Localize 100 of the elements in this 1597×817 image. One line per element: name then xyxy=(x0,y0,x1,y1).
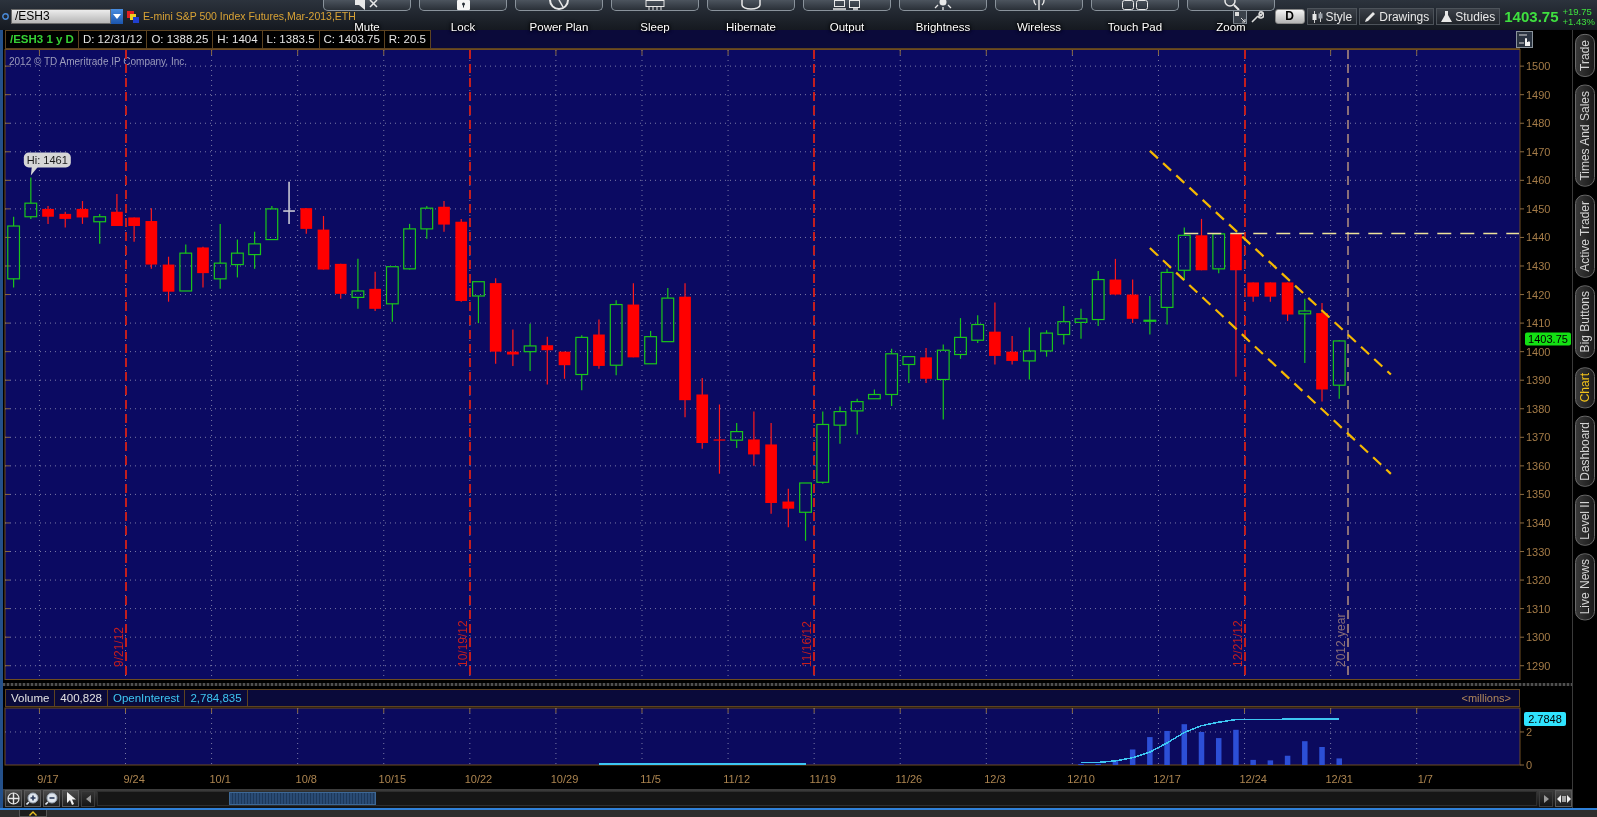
flyout-button[interactable] xyxy=(995,0,1083,11)
price-axis-label: 1450 xyxy=(1526,202,1551,215)
price-axis-label: 1300 xyxy=(1526,631,1551,644)
price-axis-label: 1310 xyxy=(1526,602,1551,615)
last-price: 1403.75 xyxy=(1504,8,1559,25)
date-axis-label: 10/29 xyxy=(550,773,579,785)
wrench-icon[interactable] xyxy=(1249,9,1264,24)
pencil-icon xyxy=(1364,10,1377,23)
unit-label: <millions> xyxy=(1461,691,1512,706)
flyout-label: Touch Pad xyxy=(1107,21,1163,33)
zoom-in-icon xyxy=(26,792,39,805)
price-axis-label: 1340 xyxy=(1526,516,1551,529)
price-axis-label: 1350 xyxy=(1526,488,1551,501)
gauge-icon xyxy=(549,0,569,10)
side-tab[interactable]: Dashboard xyxy=(1575,415,1595,487)
date-axis-label: 11/5 xyxy=(640,773,661,785)
tool-button[interactable]: Drawings xyxy=(1359,8,1435,25)
scroll-right-button[interactable] xyxy=(1539,790,1553,807)
expand-button[interactable] xyxy=(19,810,47,817)
date-axis-label: 10/1 xyxy=(209,773,231,785)
scrollbar-thumb[interactable] xyxy=(229,792,376,805)
crosshair-button[interactable] xyxy=(5,790,22,807)
legend-label: Volume xyxy=(6,690,56,706)
scroll-left-button[interactable] xyxy=(81,790,95,807)
legend-value: 2,784,835 xyxy=(185,690,248,706)
pan-arrows-icon xyxy=(1556,793,1571,804)
price-axis-label: 1500 xyxy=(1526,60,1551,73)
instrument-description: E-mini S&P 500 Index Futures,Mar-2013,ETH xyxy=(143,11,356,22)
zoom-out-button[interactable] xyxy=(43,790,60,807)
symbol-field[interactable]: /ESH3 xyxy=(11,9,111,24)
zoom-in-button[interactable] xyxy=(24,790,41,807)
price-axis-label: 1390 xyxy=(1526,374,1551,387)
date-axis-label: 12/24 xyxy=(1239,773,1267,785)
percent-change: +1.43% xyxy=(1562,16,1595,27)
flyout-button[interactable] xyxy=(899,0,987,11)
legend-label: OpenInterest xyxy=(107,690,186,706)
date-axis-label: 12/17 xyxy=(1153,773,1181,785)
flyout-label: Wireless xyxy=(1016,21,1062,33)
price-axis-label: 1430 xyxy=(1526,260,1551,272)
price-axis-label: 1440 xyxy=(1526,231,1551,244)
display-icon xyxy=(833,0,861,10)
side-tab[interactable]: Trade xyxy=(1575,34,1595,77)
pointer-button[interactable] xyxy=(62,790,79,807)
date-axis-label: 10/8 xyxy=(295,773,317,785)
flyout-label: Output xyxy=(829,21,865,33)
ring-icon xyxy=(2,13,9,20)
magnifier-icon xyxy=(1222,0,1240,10)
chart-symbol-label: /ESH3 1 y D xyxy=(5,30,79,49)
date-axis-label: 9/24 xyxy=(123,773,145,785)
net-change: +19.75 xyxy=(1562,6,1593,17)
price-axis-label: 1330 xyxy=(1526,545,1551,558)
price-axis-label: 1490 xyxy=(1526,88,1551,101)
hand-cursor-icon[interactable] xyxy=(1516,31,1533,48)
flyout-label: Zoom xyxy=(1216,21,1246,33)
side-tab[interactable]: Active Trader xyxy=(1575,194,1595,278)
side-tab[interactable]: Times And Sales xyxy=(1575,84,1595,187)
date-axis-label: 11/26 xyxy=(895,773,923,785)
candlestick-icon xyxy=(1311,10,1323,23)
tool-button[interactable]: Style xyxy=(1306,8,1358,25)
flyout-button[interactable] xyxy=(323,0,411,11)
pan-button[interactable] xyxy=(1555,790,1572,807)
price-axis-label: 1410 xyxy=(1526,317,1551,330)
touchpad-icon xyxy=(1122,0,1148,10)
date-axis-label: 12/3 xyxy=(984,773,1006,785)
date-axis-label: 10/22 xyxy=(464,773,493,785)
last-price-badge: 1403.75 xyxy=(1525,332,1571,346)
flyout-button[interactable] xyxy=(1091,0,1179,11)
flyout-button[interactable] xyxy=(515,0,603,11)
cylinder-icon xyxy=(741,0,761,10)
side-tab[interactable]: Level II xyxy=(1575,494,1595,546)
dropdown-button[interactable] xyxy=(111,9,123,24)
flyout-button[interactable] xyxy=(1187,0,1275,11)
tool-button[interactable]: Studies xyxy=(1436,8,1501,25)
value-badge: 2.7848 xyxy=(1524,712,1566,727)
sun-icon xyxy=(934,0,952,10)
flyout-button[interactable] xyxy=(419,0,507,11)
flyout-button[interactable] xyxy=(707,0,795,11)
flyout-label: Hibernate xyxy=(726,21,776,33)
flyout-button[interactable] xyxy=(611,0,699,11)
date-axis-label: 9/17 xyxy=(37,773,59,785)
date-axis-label: 11/12 xyxy=(723,773,751,785)
price-axis-label: 1400 xyxy=(1526,345,1551,358)
flyout-label: Power Plan xyxy=(529,21,589,33)
price-axis-label: 1290 xyxy=(1526,659,1551,672)
zoom-out-icon xyxy=(45,792,58,805)
volume-axis-label: 2 xyxy=(1526,725,1533,738)
side-tab[interactable]: Chart xyxy=(1575,366,1595,408)
speaker-icon xyxy=(353,0,381,10)
date-axis-label: 12/10 xyxy=(1067,773,1095,785)
side-tab[interactable]: Big Buttons xyxy=(1575,285,1595,359)
padlock-icon xyxy=(456,0,470,10)
flyout-label: Brightness xyxy=(915,21,971,33)
flyout-button[interactable] xyxy=(803,0,891,11)
flyout-label: Sleep xyxy=(640,21,670,33)
caret-icon xyxy=(113,14,121,19)
crosshair-icon xyxy=(7,792,20,805)
flask-icon xyxy=(1441,10,1453,23)
period-button[interactable]: D xyxy=(1274,9,1305,24)
side-tab[interactable]: Live News xyxy=(1575,553,1595,621)
price-axis-label: 1480 xyxy=(1526,117,1551,130)
